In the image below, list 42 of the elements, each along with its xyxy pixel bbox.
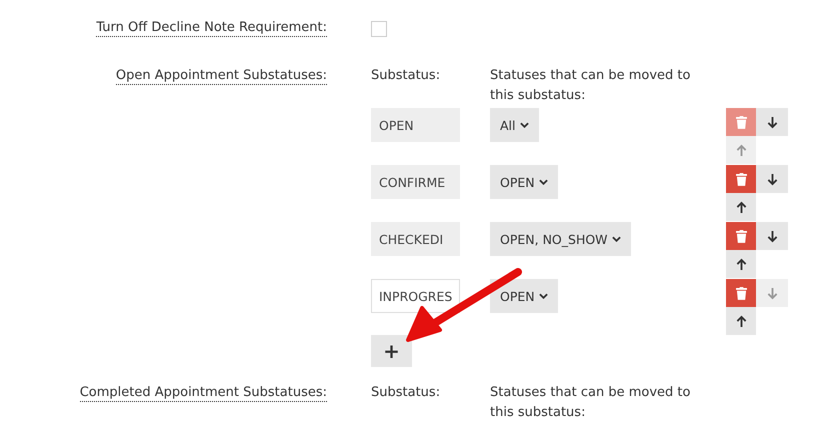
chevron-down-icon (538, 179, 548, 185)
substatus-field[interactable]: OPEN (371, 108, 460, 142)
column-header: Statuses that can be moved to this substatus: (490, 67, 692, 105)
move-up-button[interactable] (726, 250, 756, 278)
delete-button[interactable] (726, 279, 756, 307)
arrow-up-icon (736, 200, 746, 214)
arrow-up-icon (736, 258, 746, 270)
column-header: Statuses that can be moved to this substatus: (490, 384, 692, 422)
arrow-up-icon (736, 144, 746, 156)
arrow-down-icon (766, 116, 778, 128)
arrow-down-icon (766, 172, 778, 186)
column-header: Substatus: (371, 68, 442, 85)
chevron-down-icon (612, 236, 621, 242)
add-button[interactable]: + (371, 335, 412, 367)
arrow-down-icon (766, 230, 778, 242)
substatus-field[interactable]: CONFIRME (371, 165, 460, 199)
move-down-button[interactable] (756, 108, 788, 136)
delete-button[interactable] (726, 222, 756, 250)
move-down-button[interactable] (756, 222, 788, 250)
checkbox[interactable] (371, 21, 387, 37)
statuses-dropdown[interactable]: OPEN (490, 279, 558, 313)
statuses-dropdown[interactable]: OPEN (490, 165, 558, 199)
trash-icon (736, 230, 746, 242)
move-up-button[interactable] (726, 307, 756, 335)
chevron-down-icon (520, 122, 528, 128)
section-label: Open Appointment Substatuses: (116, 68, 327, 85)
trash-icon (736, 286, 746, 300)
arrow-up-icon (736, 314, 746, 328)
arrow-down-icon (766, 286, 778, 300)
move-down-button[interactable] (756, 165, 788, 193)
delete-button[interactable] (726, 165, 756, 193)
chevron-down-icon (538, 293, 548, 299)
column-header: Substatus: (371, 385, 442, 402)
section-label: Completed Appointment Substatuses: (80, 385, 327, 402)
trash-icon (736, 172, 746, 186)
move-up-button[interactable] (726, 193, 756, 221)
substatus-field[interactable]: INPROGRES (371, 279, 460, 313)
statuses-dropdown[interactable]: All (490, 108, 538, 142)
trash-icon (736, 116, 746, 128)
field-label: Turn Off Decline Note Requirement: (96, 20, 327, 37)
statuses-dropdown[interactable]: OPEN, NO_SHOW (490, 222, 631, 256)
substatus-field[interactable]: CHECKEDI (371, 222, 460, 256)
